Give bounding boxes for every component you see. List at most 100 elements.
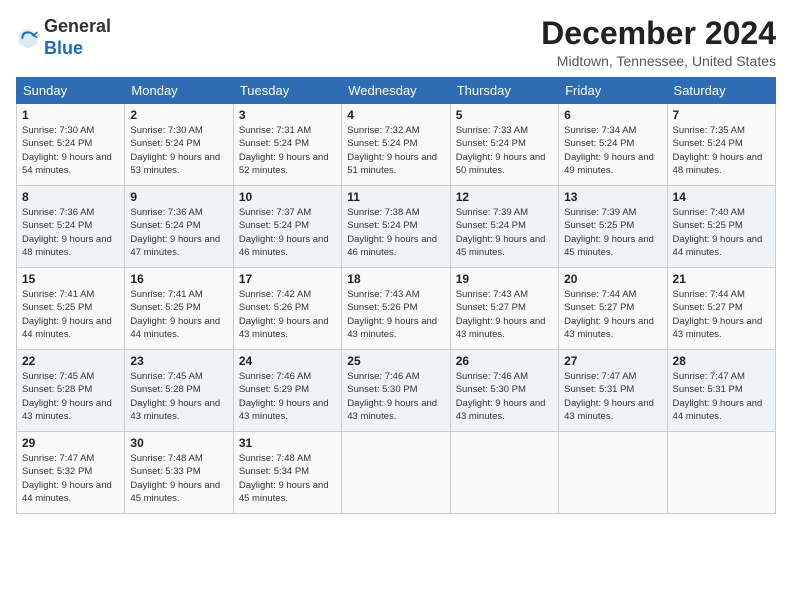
day-number: 25 xyxy=(347,354,444,368)
logo: General Blue xyxy=(16,16,111,59)
calendar-cell: 27 Sunrise: 7:47 AM Sunset: 5:31 PM Dayl… xyxy=(559,350,667,432)
day-info: Sunrise: 7:33 AM Sunset: 5:24 PM Dayligh… xyxy=(456,124,553,177)
calendar-cell: 5 Sunrise: 7:33 AM Sunset: 5:24 PM Dayli… xyxy=(450,104,558,186)
day-info: Sunrise: 7:44 AM Sunset: 5:27 PM Dayligh… xyxy=(564,288,661,341)
day-number: 6 xyxy=(564,108,661,122)
day-number: 15 xyxy=(22,272,119,286)
day-number: 11 xyxy=(347,190,444,204)
calendar-cell: 13 Sunrise: 7:39 AM Sunset: 5:25 PM Dayl… xyxy=(559,186,667,268)
day-number: 24 xyxy=(239,354,336,368)
day-info: Sunrise: 7:46 AM Sunset: 5:30 PM Dayligh… xyxy=(456,370,553,423)
calendar-cell: 24 Sunrise: 7:46 AM Sunset: 5:29 PM Dayl… xyxy=(233,350,341,432)
month-title: December 2024 xyxy=(541,16,776,51)
calendar-header: Sunday Monday Tuesday Wednesday Thursday… xyxy=(17,78,776,104)
day-number: 20 xyxy=(564,272,661,286)
day-info: Sunrise: 7:48 AM Sunset: 5:34 PM Dayligh… xyxy=(239,452,336,505)
day-info: Sunrise: 7:32 AM Sunset: 5:24 PM Dayligh… xyxy=(347,124,444,177)
day-number: 4 xyxy=(347,108,444,122)
day-info: Sunrise: 7:30 AM Sunset: 5:24 PM Dayligh… xyxy=(22,124,119,177)
day-number: 1 xyxy=(22,108,119,122)
week-row-1: 1 Sunrise: 7:30 AM Sunset: 5:24 PM Dayli… xyxy=(17,104,776,186)
calendar-cell: 19 Sunrise: 7:43 AM Sunset: 5:27 PM Dayl… xyxy=(450,268,558,350)
day-info: Sunrise: 7:41 AM Sunset: 5:25 PM Dayligh… xyxy=(130,288,227,341)
calendar-cell: 26 Sunrise: 7:46 AM Sunset: 5:30 PM Dayl… xyxy=(450,350,558,432)
title-block: December 2024 Midtown, Tennessee, United… xyxy=(541,16,776,69)
day-number: 14 xyxy=(673,190,770,204)
day-info: Sunrise: 7:46 AM Sunset: 5:29 PM Dayligh… xyxy=(239,370,336,423)
day-info: Sunrise: 7:45 AM Sunset: 5:28 PM Dayligh… xyxy=(130,370,227,423)
day-number: 31 xyxy=(239,436,336,450)
day-number: 22 xyxy=(22,354,119,368)
day-info: Sunrise: 7:41 AM Sunset: 5:25 PM Dayligh… xyxy=(22,288,119,341)
day-info: Sunrise: 7:44 AM Sunset: 5:27 PM Dayligh… xyxy=(673,288,770,341)
calendar-cell: 25 Sunrise: 7:46 AM Sunset: 5:30 PM Dayl… xyxy=(342,350,450,432)
calendar-cell xyxy=(667,432,775,514)
day-number: 17 xyxy=(239,272,336,286)
day-info: Sunrise: 7:43 AM Sunset: 5:26 PM Dayligh… xyxy=(347,288,444,341)
calendar-cell: 22 Sunrise: 7:45 AM Sunset: 5:28 PM Dayl… xyxy=(17,350,125,432)
calendar-cell: 11 Sunrise: 7:38 AM Sunset: 5:24 PM Dayl… xyxy=(342,186,450,268)
calendar-cell: 28 Sunrise: 7:47 AM Sunset: 5:31 PM Dayl… xyxy=(667,350,775,432)
calendar-cell: 10 Sunrise: 7:37 AM Sunset: 5:24 PM Dayl… xyxy=(233,186,341,268)
day-number: 2 xyxy=(130,108,227,122)
calendar-cell: 30 Sunrise: 7:48 AM Sunset: 5:33 PM Dayl… xyxy=(125,432,233,514)
logo-blue-text: Blue xyxy=(44,38,83,58)
day-info: Sunrise: 7:36 AM Sunset: 5:24 PM Dayligh… xyxy=(22,206,119,259)
calendar-cell: 21 Sunrise: 7:44 AM Sunset: 5:27 PM Dayl… xyxy=(667,268,775,350)
week-row-2: 8 Sunrise: 7:36 AM Sunset: 5:24 PM Dayli… xyxy=(17,186,776,268)
calendar-table: Sunday Monday Tuesday Wednesday Thursday… xyxy=(16,77,776,514)
day-info: Sunrise: 7:48 AM Sunset: 5:33 PM Dayligh… xyxy=(130,452,227,505)
day-info: Sunrise: 7:39 AM Sunset: 5:24 PM Dayligh… xyxy=(456,206,553,259)
day-number: 26 xyxy=(456,354,553,368)
day-info: Sunrise: 7:46 AM Sunset: 5:30 PM Dayligh… xyxy=(347,370,444,423)
calendar-cell: 1 Sunrise: 7:30 AM Sunset: 5:24 PM Dayli… xyxy=(17,104,125,186)
day-number: 12 xyxy=(456,190,553,204)
col-thursday: Thursday xyxy=(450,78,558,104)
day-number: 13 xyxy=(564,190,661,204)
week-row-3: 15 Sunrise: 7:41 AM Sunset: 5:25 PM Dayl… xyxy=(17,268,776,350)
calendar-cell: 16 Sunrise: 7:41 AM Sunset: 5:25 PM Dayl… xyxy=(125,268,233,350)
col-friday: Friday xyxy=(559,78,667,104)
day-number: 9 xyxy=(130,190,227,204)
day-info: Sunrise: 7:45 AM Sunset: 5:28 PM Dayligh… xyxy=(22,370,119,423)
day-info: Sunrise: 7:37 AM Sunset: 5:24 PM Dayligh… xyxy=(239,206,336,259)
day-info: Sunrise: 7:36 AM Sunset: 5:24 PM Dayligh… xyxy=(130,206,227,259)
day-info: Sunrise: 7:39 AM Sunset: 5:25 PM Dayligh… xyxy=(564,206,661,259)
week-row-5: 29 Sunrise: 7:47 AM Sunset: 5:32 PM Dayl… xyxy=(17,432,776,514)
logo-icon xyxy=(16,26,40,50)
day-info: Sunrise: 7:34 AM Sunset: 5:24 PM Dayligh… xyxy=(564,124,661,177)
day-number: 23 xyxy=(130,354,227,368)
day-number: 28 xyxy=(673,354,770,368)
day-number: 3 xyxy=(239,108,336,122)
calendar-cell: 12 Sunrise: 7:39 AM Sunset: 5:24 PM Dayl… xyxy=(450,186,558,268)
day-info: Sunrise: 7:31 AM Sunset: 5:24 PM Dayligh… xyxy=(239,124,336,177)
day-info: Sunrise: 7:30 AM Sunset: 5:24 PM Dayligh… xyxy=(130,124,227,177)
day-number: 30 xyxy=(130,436,227,450)
day-number: 10 xyxy=(239,190,336,204)
calendar-cell xyxy=(559,432,667,514)
calendar-cell: 23 Sunrise: 7:45 AM Sunset: 5:28 PM Dayl… xyxy=(125,350,233,432)
calendar-cell: 9 Sunrise: 7:36 AM Sunset: 5:24 PM Dayli… xyxy=(125,186,233,268)
day-info: Sunrise: 7:47 AM Sunset: 5:31 PM Dayligh… xyxy=(564,370,661,423)
day-number: 27 xyxy=(564,354,661,368)
day-number: 7 xyxy=(673,108,770,122)
calendar-cell: 31 Sunrise: 7:48 AM Sunset: 5:34 PM Dayl… xyxy=(233,432,341,514)
day-number: 16 xyxy=(130,272,227,286)
calendar-cell: 14 Sunrise: 7:40 AM Sunset: 5:25 PM Dayl… xyxy=(667,186,775,268)
location: Midtown, Tennessee, United States xyxy=(541,53,776,69)
logo-general-text: General xyxy=(44,16,111,36)
day-number: 19 xyxy=(456,272,553,286)
day-number: 21 xyxy=(673,272,770,286)
col-monday: Monday xyxy=(125,78,233,104)
logo-text: General Blue xyxy=(44,16,111,59)
day-info: Sunrise: 7:47 AM Sunset: 5:31 PM Dayligh… xyxy=(673,370,770,423)
day-info: Sunrise: 7:35 AM Sunset: 5:24 PM Dayligh… xyxy=(673,124,770,177)
day-number: 18 xyxy=(347,272,444,286)
calendar-cell: 6 Sunrise: 7:34 AM Sunset: 5:24 PM Dayli… xyxy=(559,104,667,186)
day-number: 5 xyxy=(456,108,553,122)
header-row: Sunday Monday Tuesday Wednesday Thursday… xyxy=(17,78,776,104)
col-saturday: Saturday xyxy=(667,78,775,104)
calendar-cell xyxy=(450,432,558,514)
calendar-cell: 20 Sunrise: 7:44 AM Sunset: 5:27 PM Dayl… xyxy=(559,268,667,350)
col-wednesday: Wednesday xyxy=(342,78,450,104)
